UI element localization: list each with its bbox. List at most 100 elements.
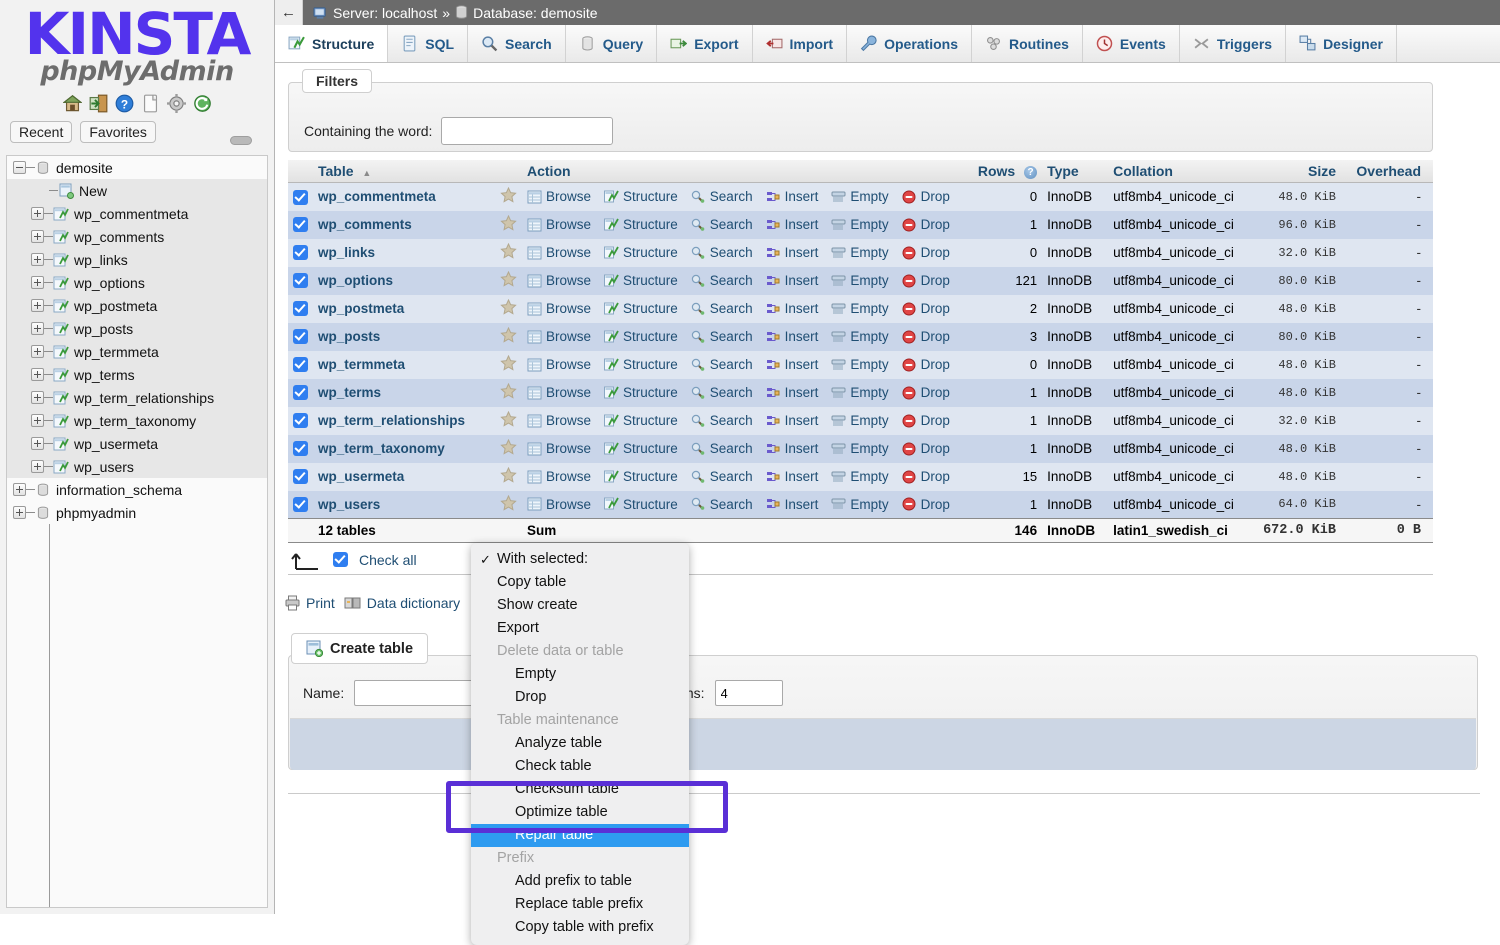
- action-insert-link[interactable]: Insert: [766, 441, 819, 456]
- action-insert-link[interactable]: Insert: [766, 329, 819, 344]
- action-empty-link[interactable]: Empty: [831, 497, 888, 512]
- tab-triggers[interactable]: Triggers: [1180, 25, 1286, 62]
- tab-search[interactable]: Search: [468, 25, 566, 62]
- favorite-star-icon[interactable]: [500, 355, 517, 371]
- col-header-size[interactable]: Size: [1258, 160, 1341, 183]
- tree-expand-icon[interactable]: [31, 460, 44, 473]
- action-structure-link[interactable]: Structure: [604, 217, 678, 232]
- tree-expand-icon[interactable]: [31, 345, 44, 358]
- menu-item-with-selected[interactable]: With selected:: [471, 548, 689, 571]
- sidebar-resize-handle[interactable]: [230, 136, 252, 145]
- action-empty-link[interactable]: Empty: [831, 469, 888, 484]
- action-search-link[interactable]: Search: [691, 329, 753, 344]
- action-browse-link[interactable]: Browse: [527, 189, 591, 204]
- favorite-star-icon[interactable]: [500, 383, 517, 399]
- action-structure-link[interactable]: Structure: [604, 413, 678, 428]
- tree-expand-icon[interactable]: [31, 299, 44, 312]
- create-table-legend[interactable]: Create table: [291, 633, 428, 664]
- row-checkbox[interactable]: [293, 413, 308, 428]
- home-icon[interactable]: [63, 94, 82, 113]
- action-drop-link[interactable]: Drop: [902, 441, 950, 456]
- tree-item-wp_termmeta[interactable]: wp_termmeta: [7, 340, 267, 363]
- row-checkbox[interactable]: [293, 190, 308, 205]
- menu-item-export[interactable]: Export: [471, 617, 689, 640]
- action-search-link[interactable]: Search: [691, 245, 753, 260]
- favorite-star-icon[interactable]: [500, 327, 517, 343]
- with-selected-dropdown-menu[interactable]: With selected:Copy tableShow createExpor…: [471, 543, 689, 945]
- table-name-link[interactable]: wp_postmeta: [318, 301, 404, 316]
- favorite-star-icon[interactable]: [500, 299, 517, 315]
- settings-icon[interactable]: [167, 94, 186, 113]
- action-empty-link[interactable]: Empty: [831, 217, 888, 232]
- tab-structure[interactable]: Structure: [275, 25, 388, 62]
- col-header-rows[interactable]: Rows ?: [970, 160, 1042, 183]
- docs-icon[interactable]: [141, 94, 160, 113]
- action-insert-link[interactable]: Insert: [766, 301, 819, 316]
- tab-sql[interactable]: SQL: [388, 25, 468, 62]
- col-header-overhead[interactable]: Overhead: [1341, 160, 1433, 183]
- action-browse-link[interactable]: Browse: [527, 441, 591, 456]
- col-header-type[interactable]: Type: [1042, 160, 1108, 183]
- action-browse-link[interactable]: Browse: [527, 469, 591, 484]
- action-structure-link[interactable]: Structure: [604, 357, 678, 372]
- row-checkbox[interactable]: [293, 385, 308, 400]
- action-drop-link[interactable]: Drop: [902, 497, 950, 512]
- help-icon[interactable]: ?: [115, 94, 134, 113]
- action-browse-link[interactable]: Browse: [527, 497, 591, 512]
- back-button[interactable]: ←: [275, 0, 303, 25]
- action-structure-link[interactable]: Structure: [604, 245, 678, 260]
- tree-expand-icon[interactable]: [31, 391, 44, 404]
- action-empty-link[interactable]: Empty: [831, 301, 888, 316]
- table-name-link[interactable]: wp_term_relationships: [318, 413, 465, 428]
- row-checkbox[interactable]: [293, 497, 308, 512]
- table-name-link[interactable]: wp_termmeta: [318, 357, 405, 372]
- tree-expand-icon[interactable]: [31, 230, 44, 243]
- row-checkbox[interactable]: [293, 441, 308, 456]
- action-structure-link[interactable]: Structure: [604, 301, 678, 316]
- menu-item-optimize-table[interactable]: Optimize table: [471, 801, 689, 824]
- action-search-link[interactable]: Search: [691, 273, 753, 288]
- tree-item-wp_usermeta[interactable]: wp_usermeta: [7, 432, 267, 455]
- action-structure-link[interactable]: Structure: [604, 469, 678, 484]
- action-browse-link[interactable]: Browse: [527, 273, 591, 288]
- tree-item-information_schema[interactable]: information_schema: [7, 478, 267, 501]
- logout-icon[interactable]: [89, 94, 108, 113]
- reload-icon[interactable]: [193, 94, 212, 113]
- row-checkbox[interactable]: [293, 301, 308, 316]
- tree-item-wp_links[interactable]: wp_links: [7, 248, 267, 271]
- tree-expand-icon[interactable]: [31, 276, 44, 289]
- menu-item-copy-table-with-prefix[interactable]: Copy table with prefix: [471, 916, 689, 939]
- tree-expand-icon[interactable]: [31, 322, 44, 335]
- tree-expand-icon[interactable]: [31, 253, 44, 266]
- tree-item-wp_terms[interactable]: wp_terms: [7, 363, 267, 386]
- favorite-star-icon[interactable]: [500, 187, 517, 203]
- tab-operations[interactable]: Operations: [847, 25, 972, 62]
- tree-collapse-icon[interactable]: [13, 161, 26, 174]
- table-name-link[interactable]: wp_commentmeta: [318, 189, 436, 204]
- menu-item-checksum-table[interactable]: Checksum table: [471, 778, 689, 801]
- row-checkbox[interactable]: [293, 245, 308, 260]
- data-dictionary-link[interactable]: Data dictionary: [344, 595, 460, 611]
- action-drop-link[interactable]: Drop: [902, 469, 950, 484]
- menu-item-copy-table[interactable]: Copy table: [471, 571, 689, 594]
- action-search-link[interactable]: Search: [691, 469, 753, 484]
- tree-expand-icon[interactable]: [31, 207, 44, 220]
- action-browse-link[interactable]: Browse: [527, 301, 591, 316]
- action-drop-link[interactable]: Drop: [902, 273, 950, 288]
- favorite-star-icon[interactable]: [500, 215, 517, 231]
- menu-item-repair-table[interactable]: Repair table: [471, 824, 689, 847]
- action-insert-link[interactable]: Insert: [766, 189, 819, 204]
- tree-item-wp_term_relationships[interactable]: wp_term_relationships: [7, 386, 267, 409]
- action-structure-link[interactable]: Structure: [604, 329, 678, 344]
- tree-item-phpmyadmin[interactable]: phpmyadmin: [7, 501, 267, 524]
- action-search-link[interactable]: Search: [691, 217, 753, 232]
- action-drop-link[interactable]: Drop: [902, 301, 950, 316]
- action-drop-link[interactable]: Drop: [902, 413, 950, 428]
- table-name-link[interactable]: wp_posts: [318, 329, 380, 344]
- tree-item-wp_commentmeta[interactable]: wp_commentmeta: [7, 202, 267, 225]
- print-link[interactable]: Print: [284, 595, 335, 611]
- tree-item-wp_users[interactable]: wp_users: [7, 455, 267, 478]
- tree-item-wp_comments[interactable]: wp_comments: [7, 225, 267, 248]
- action-structure-link[interactable]: Structure: [604, 441, 678, 456]
- action-empty-link[interactable]: Empty: [831, 273, 888, 288]
